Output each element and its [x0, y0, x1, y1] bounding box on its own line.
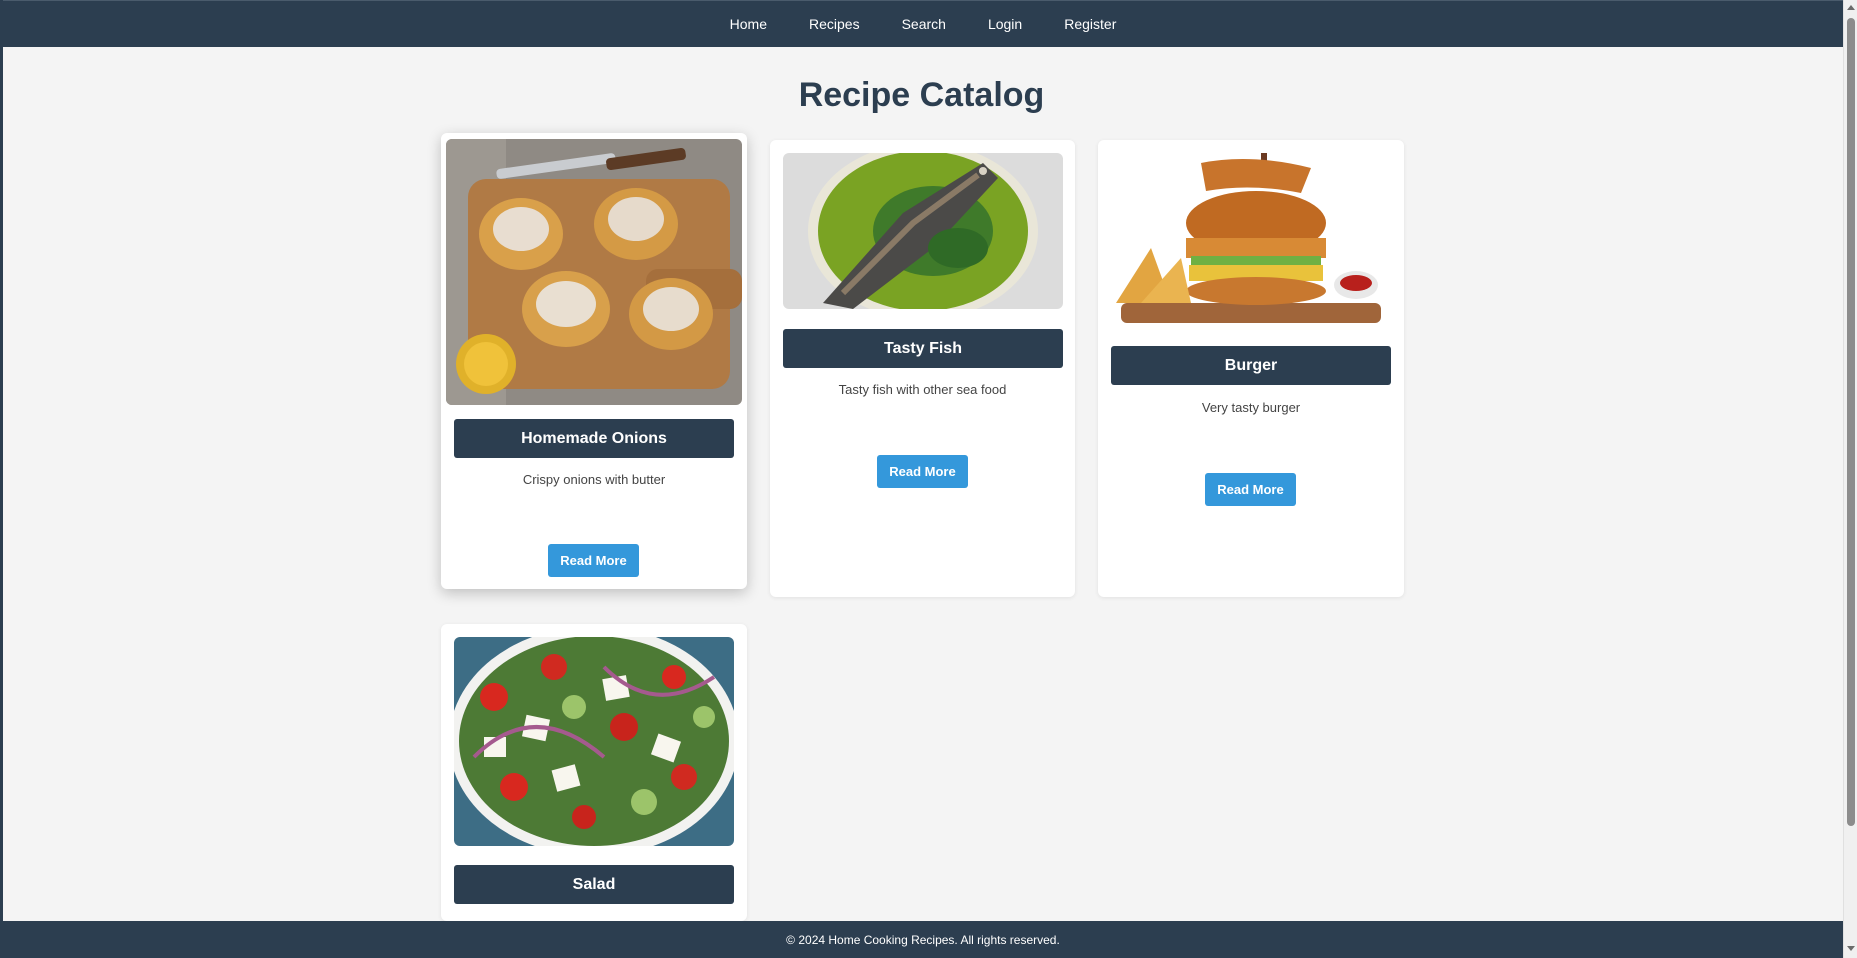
nav-home-link[interactable]: Home [730, 16, 767, 32]
read-more-button[interactable]: Read More [548, 544, 639, 577]
nav-login-link[interactable]: Login [988, 16, 1022, 32]
nav-register-link[interactable]: Register [1064, 16, 1116, 32]
chicken-burger-photo [1111, 153, 1391, 329]
top-navbar: Home Recipes Search Login Register [3, 0, 1843, 47]
scroll-up-arrow-icon[interactable] [1847, 5, 1855, 10]
recipe-card-salad[interactable]: Salad [441, 624, 747, 921]
vertical-scrollbar[interactable] [1843, 0, 1857, 958]
stuffed-potatoes-photo [446, 139, 742, 405]
recipe-description: Very tasty burger [1201, 400, 1301, 415]
recipe-title: Tasty Fish [783, 329, 1063, 368]
nav-search-link[interactable]: Search [902, 16, 946, 32]
recipe-title: Salad [454, 865, 734, 904]
recipe-card-tasty-fish[interactable]: Tasty Fish Tasty fish with other sea foo… [770, 140, 1075, 597]
recipe-description: Crispy onions with butter [522, 472, 666, 487]
page-footer: © 2024 Home Cooking Recipes. All rights … [3, 921, 1843, 958]
recipe-card-homemade-onions[interactable]: Homemade Onions Crispy onions with butte… [441, 133, 747, 589]
window-edge [0, 0, 3, 958]
recipe-title: Homemade Onions [454, 419, 734, 458]
recipe-description: Tasty fish with other sea food [838, 382, 1007, 397]
recipe-title: Burger [1111, 346, 1391, 385]
page-title: Recipe Catalog [798, 76, 1045, 114]
copyright-text: © 2024 Home Cooking Recipes. All rights … [786, 932, 1060, 947]
grilled-fish-photo [783, 153, 1063, 309]
read-more-button[interactable]: Read More [877, 455, 968, 488]
nav-recipes-link[interactable]: Recipes [809, 16, 860, 32]
greek-salad-photo [454, 637, 734, 846]
scrollbar-thumb[interactable] [1847, 18, 1855, 826]
recipe-card-burger[interactable]: Burger Very tasty burger Read More [1098, 140, 1404, 597]
scroll-down-arrow-icon[interactable] [1847, 946, 1855, 951]
read-more-button[interactable]: Read More [1205, 473, 1296, 506]
